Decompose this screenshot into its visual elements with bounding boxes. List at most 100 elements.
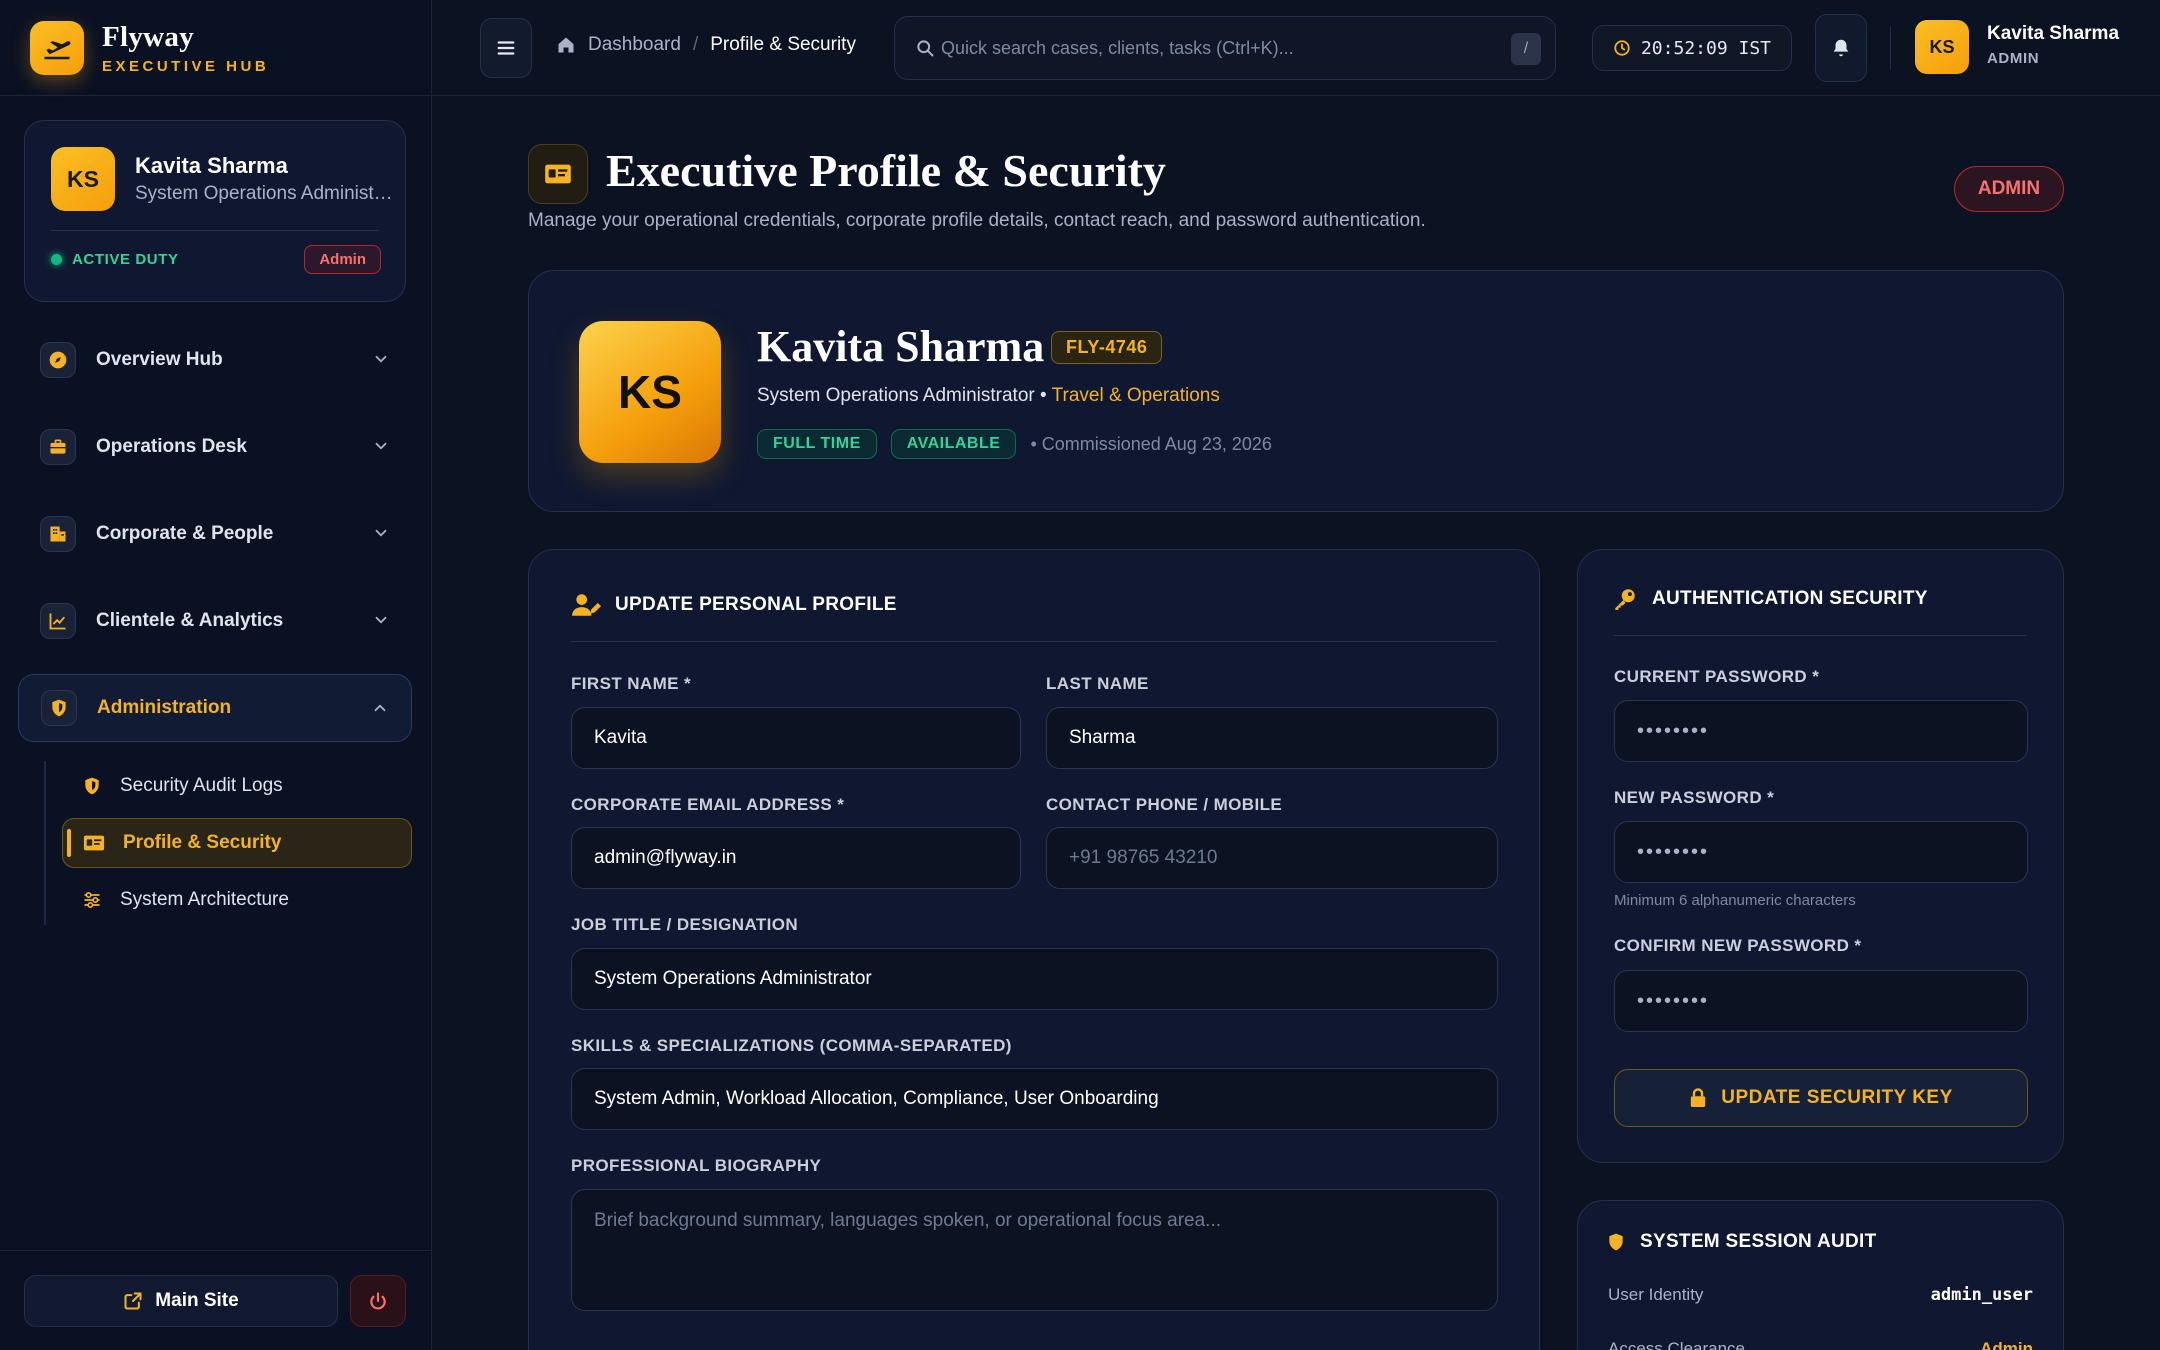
role-pill: ADMIN [1954,166,2064,212]
bell-icon [1833,39,1849,57]
chevron-down-icon [375,529,387,537]
hero-role: System Operations Administrator [757,385,1035,406]
session-value: Admin [1980,1339,2033,1350]
sidebar-item-label: Operations Desk [96,436,247,457]
sidebar-item-profile-security[interactable]: Profile & Security [62,818,412,868]
divider [1614,635,2027,636]
skills-field[interactable]: System Admin, Workload Allocation, Compl… [571,1068,1498,1130]
home-icon [558,37,574,53]
status-badge: AVAILABLE [890,429,1017,459]
current-password-field[interactable]: •••••••• [1614,700,2028,762]
chart-line-icon [40,603,76,639]
divider [571,641,1497,642]
profile-role: System Operations Administrator [135,183,393,204]
email-field[interactable]: admin@flyway.in [571,827,1021,889]
sidebar-item-label: Overview Hub [96,349,223,370]
breadcrumb-home-link[interactable]: Dashboard [588,34,681,56]
card-heading: AUTHENTICATION SECURITY [1612,586,1928,612]
topbar: Dashboard / Profile & Security Quick sea… [432,0,2160,96]
brand-name: Flyway [102,20,195,53]
sidebar-item-security-audit-logs[interactable]: Security Audit Logs [62,761,412,811]
chevron-down-icon [375,616,387,624]
divider [51,230,379,231]
bio-textarea[interactable]: Brief background summary, languages spok… [571,1189,1498,1311]
external-link-icon [124,1292,142,1310]
chevron-down-icon [375,442,387,450]
user-avatar[interactable]: KS [1915,20,1969,74]
hero-role-line: System Operations Administrator • Travel… [757,385,1220,407]
user-role: ADMIN [1987,50,2040,67]
plane-logo-icon [30,20,84,75]
phone-field[interactable]: +91 98765 43210 [1046,827,1498,889]
button-label: UPDATE SECURITY KEY [1721,1087,1953,1108]
sliders-icon [84,892,100,908]
sidebar-item-label: System Architecture [120,889,289,910]
user-name: Kavita Sharma [1987,23,2120,44]
sidebar-item-label: Clientele & Analytics [96,610,284,631]
sidebar-item-label: Corporate & People [96,523,274,544]
notifications-button[interactable] [1815,14,1867,82]
breadcrumb: Dashboard / Profile & Security [556,34,856,56]
confirm-password-field[interactable]: •••••••• [1614,970,2028,1032]
password-hint: Minimum 6 alphanumeric characters [1614,892,1856,909]
hero-department: Travel & Operations [1051,385,1220,406]
sidebar-item-operations-desk[interactable]: Operations Desk [18,413,412,481]
sidebar-item-corporate-people[interactable]: Corporate & People [18,500,412,568]
administration-submenu: Security Audit Logs Profile & Security S… [44,761,412,925]
sidebar-footer: Main Site [0,1250,432,1350]
breadcrumb-current: Profile & Security [710,34,856,55]
compass-icon [40,342,76,378]
search-placeholder: Quick search cases, clients, tasks (Ctrl… [941,37,1294,58]
main-site-button[interactable]: Main Site [24,1275,338,1327]
duty-label: ACTIVE DUTY [72,251,179,268]
update-security-key-button[interactable]: UPDATE SECURITY KEY [1614,1069,2028,1127]
session-key: User Identity [1608,1285,1704,1304]
avatar: KS [51,147,115,211]
divider [1890,26,1891,70]
role-badge: Admin [304,245,381,274]
briefcase-icon [40,429,76,465]
confirm-password-label: CONFIRM NEW PASSWORD * [1614,936,1862,955]
duty-status: ACTIVE DUTY [51,251,179,268]
search-input[interactable]: Quick search cases, clients, tasks (Ctrl… [894,16,1556,80]
hamburger-icon [497,41,515,55]
key-icon [1615,589,1635,610]
commissioned-date: • Commissioned Aug 23, 2026 [1030,433,1272,454]
search-icon [917,40,934,57]
last-name-label: LAST NAME [1046,674,1149,693]
employee-id-badge: FLY-4746 [1051,331,1163,364]
sidebar-item-clientele-analytics[interactable]: Clientele & Analytics [18,587,412,655]
job-title-field[interactable]: System Operations Administrator [571,948,1498,1010]
first-name-field[interactable]: Kavita [571,707,1021,769]
card-heading-label: AUTHENTICATION SECURITY [1652,588,1928,609]
clock-display: 20:52:09 IST [1592,25,1792,71]
authentication-security-card: AUTHENTICATION SECURITY CURRENT PASSWORD… [1577,549,2064,1163]
profile-name: Kavita Sharma [135,153,288,178]
chevron-up-icon [374,704,386,712]
card-heading: SYSTEM SESSION AUDIT [1606,1231,1877,1253]
phone-label: CONTACT PHONE / MOBILE [1046,795,1283,814]
session-audit-card: SYSTEM SESSION AUDIT User Identity admin… [1577,1200,2064,1350]
sidebar-item-system-architecture[interactable]: System Architecture [62,875,412,925]
personal-profile-card: UPDATE PERSONAL PROFILE FIRST NAME * Kav… [528,549,1540,1350]
avatar: KS [579,321,721,463]
status-dot-icon [51,254,62,265]
page-title: Executive Profile & Security [606,145,1166,196]
sidebar-item-administration[interactable]: Administration [18,674,412,742]
sidebar-item-overview-hub[interactable]: Overview Hub [18,326,412,394]
card-heading-label: UPDATE PERSONAL PROFILE [615,594,897,615]
new-password-field[interactable]: •••••••• [1614,821,2028,883]
lock-icon [1691,1088,1706,1107]
sidebar-item-label: Security Audit Logs [120,775,283,796]
menu-toggle-button[interactable] [480,18,532,78]
session-value: admin_user [1930,1285,2033,1305]
last-name-field[interactable]: Sharma [1046,707,1498,769]
sidebar-nav: Overview Hub Operations Desk Corporate &… [18,326,412,932]
hero-separator: • [1040,385,1047,406]
brand[interactable]: Flyway EXECUTIVE HUB [0,0,431,96]
main-site-label: Main Site [155,1290,239,1311]
session-row: User Identity admin_user [1608,1285,2033,1305]
shield-icon [85,777,99,795]
logout-button[interactable] [350,1275,406,1327]
first-name-label: FIRST NAME * [571,674,692,693]
